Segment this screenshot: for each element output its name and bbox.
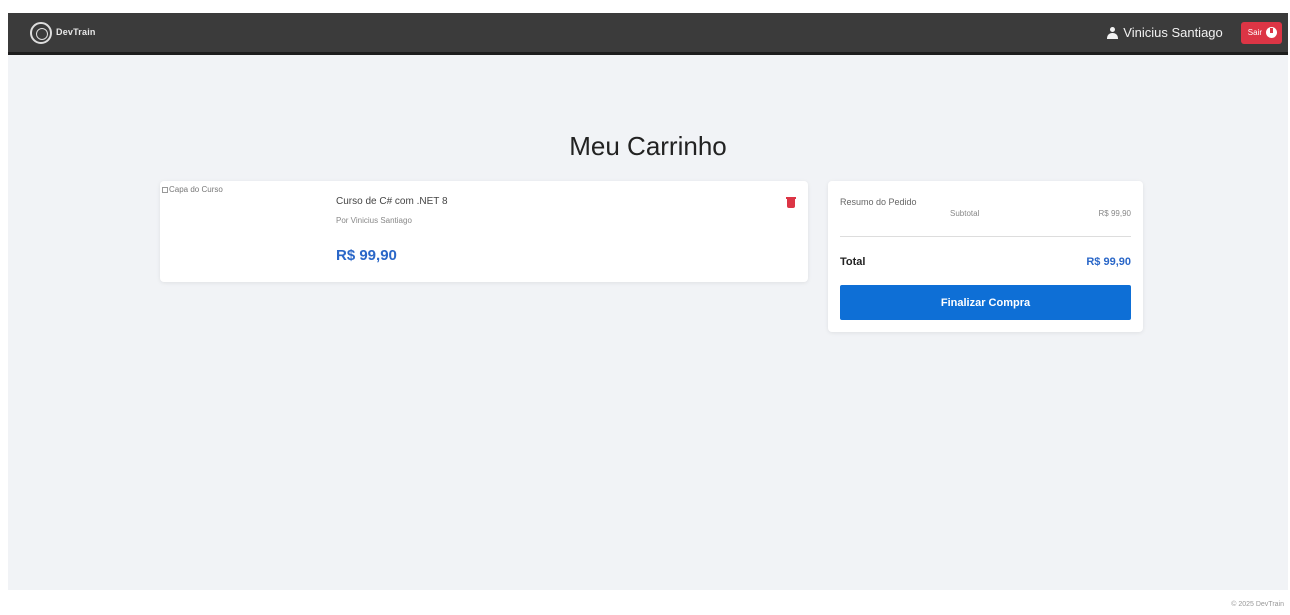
app-frame: DevTrain Vinicius Santiago Sair Meu Carr… <box>8 13 1288 590</box>
checkout-button[interactable]: Finalizar Compra <box>840 285 1131 320</box>
logout-button[interactable]: Sair <box>1240 21 1282 44</box>
summary-divider <box>840 236 1131 237</box>
brand-logo-icon <box>30 21 52 44</box>
top-navbar: DevTrain Vinicius Santiago Sair <box>8 13 1288 55</box>
footer-copyright: © 2025 DevTrain <box>1231 601 1284 608</box>
brand-text: DevTrain <box>56 27 96 37</box>
nav-right: Vinicius Santiago Sair <box>1107 21 1282 44</box>
course-price: R$ 99,90 <box>336 247 397 264</box>
total-label: Total <box>840 256 866 268</box>
trash-icon <box>786 197 796 208</box>
course-author: Por Vinicius Santiago <box>336 216 412 225</box>
remove-item-button[interactable] <box>786 197 796 209</box>
order-summary: Resumo do Pedido Subtotal R$ 99,90 Total… <box>828 181 1143 332</box>
cart-item: Capa do Curso Curso de C# com .NET 8 Por… <box>160 181 808 282</box>
logout-label: Sair <box>1247 28 1262 37</box>
user-icon <box>1107 26 1119 39</box>
subtotal-value: R$ 99,90 <box>1098 209 1131 218</box>
subtotal-label: Subtotal <box>950 209 980 218</box>
user-menu[interactable]: Vinicius Santiago <box>1107 25 1223 40</box>
brand-logo[interactable]: DevTrain <box>30 21 96 44</box>
course-title: Curso de C# com .NET 8 <box>336 196 448 207</box>
user-name: Vinicius Santiago <box>1123 25 1223 40</box>
page-title: Meu Carrinho <box>569 131 727 161</box>
power-icon <box>1266 27 1277 38</box>
course-image: Capa do Curso <box>162 185 223 194</box>
course-image-alt: Capa do Curso <box>169 185 223 194</box>
broken-image-icon <box>162 186 168 193</box>
total-value: R$ 99,90 <box>1086 256 1131 268</box>
summary-title: Resumo do Pedido <box>840 197 917 207</box>
